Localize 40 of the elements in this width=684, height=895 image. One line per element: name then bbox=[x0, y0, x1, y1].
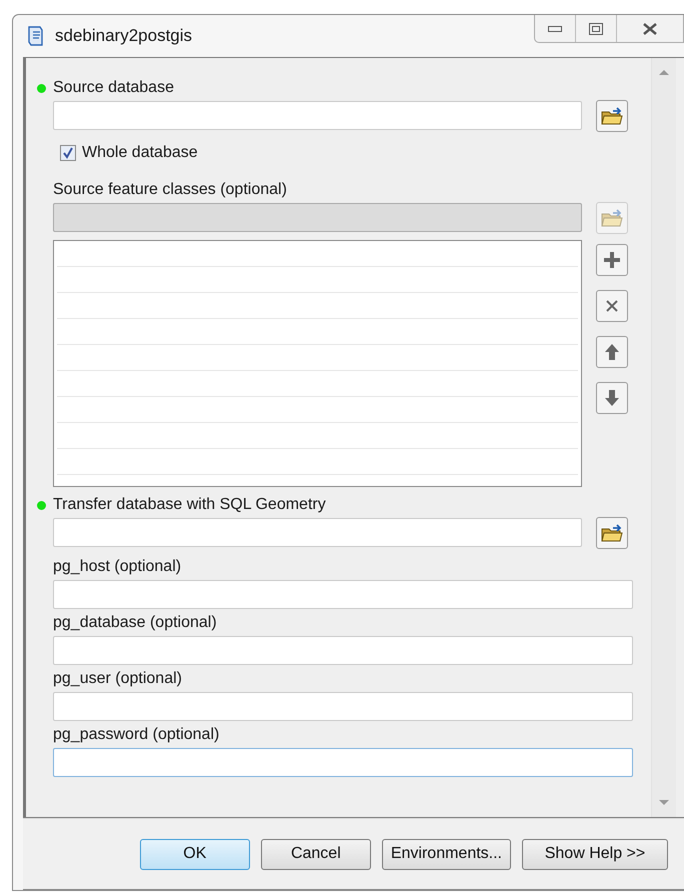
close-icon bbox=[642, 22, 658, 36]
field-label: Source database bbox=[53, 79, 174, 97]
input-field[interactable] bbox=[53, 636, 633, 665]
dialog-button[interactable]: Show Help >> bbox=[522, 838, 668, 870]
minimize-icon bbox=[548, 26, 562, 32]
field-label: pg_host (optional) bbox=[53, 558, 182, 576]
dialog-button[interactable]: Cancel bbox=[260, 838, 371, 870]
add-button[interactable] bbox=[596, 244, 628, 276]
folder-icon bbox=[601, 523, 623, 543]
field-label: pg_password (optional) bbox=[53, 726, 220, 744]
scroll-down-icon[interactable] bbox=[658, 799, 670, 807]
field-label: Transfer database with SQL Geometry bbox=[53, 496, 326, 514]
move-down-button[interactable] bbox=[596, 382, 628, 414]
input-field[interactable] bbox=[53, 580, 633, 609]
checkbox[interactable] bbox=[60, 145, 76, 161]
field-label: Source feature classes (optional) bbox=[53, 181, 287, 199]
remove-button[interactable] bbox=[596, 290, 628, 322]
field-label: pg_database (optional) bbox=[53, 614, 217, 632]
checkbox-label: Whole database bbox=[82, 144, 198, 162]
input-field[interactable] bbox=[53, 748, 633, 777]
input-field[interactable] bbox=[53, 692, 633, 721]
browse-button[interactable] bbox=[596, 100, 628, 132]
input-field[interactable] bbox=[53, 518, 582, 547]
browse-button[interactable] bbox=[596, 517, 628, 549]
plus-icon bbox=[603, 251, 621, 269]
field-label: pg_user (optional) bbox=[53, 670, 182, 688]
dialog-button[interactable]: OK bbox=[140, 838, 250, 870]
up-arrow-icon bbox=[604, 343, 620, 361]
close-icon bbox=[605, 299, 619, 313]
down-arrow-icon bbox=[604, 389, 620, 407]
scrollbar[interactable] bbox=[651, 58, 676, 817]
folder-icon bbox=[601, 106, 623, 126]
folder-icon bbox=[601, 208, 623, 228]
value-list[interactable] bbox=[53, 240, 582, 487]
window-title: sdebinary2postgis bbox=[55, 26, 192, 46]
input-field[interactable] bbox=[53, 101, 582, 130]
dialog-button[interactable]: Environments... bbox=[382, 838, 511, 870]
scroll-up-icon[interactable] bbox=[658, 68, 670, 76]
maximize-icon bbox=[589, 22, 603, 34]
move-up-button[interactable] bbox=[596, 336, 628, 368]
